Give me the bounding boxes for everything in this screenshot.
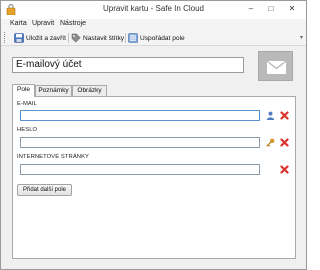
arrange-fields-label: Uspořádat pole (140, 34, 185, 42)
set-tags-label: Nastavit štítky (83, 34, 125, 42)
maximize-button[interactable]: □ (263, 2, 279, 16)
title-bar[interactable]: Upravit kartu - Safe In Cloud – □ ✕ (1, 1, 306, 19)
user-icon[interactable] (266, 111, 275, 120)
menu-edit[interactable]: Upravit (32, 20, 54, 27)
menu-bar: Karta Upravit Nástroje (1, 19, 306, 30)
tab-notes[interactable]: Poznámky (35, 85, 72, 96)
email-field[interactable] (20, 110, 260, 121)
add-field-button[interactable]: Přidat další pole (17, 184, 72, 196)
field-label-password: HESLO (17, 127, 38, 133)
tag-icon (71, 33, 81, 43)
menu-card[interactable]: Karta (10, 20, 27, 27)
delete-field-icon[interactable] (280, 111, 289, 120)
card-image[interactable] (258, 51, 293, 81)
website-field[interactable] (20, 164, 260, 175)
toolbar-grip[interactable] (4, 32, 6, 43)
delete-field-icon[interactable] (280, 165, 289, 174)
toolbar: Uložit a zavřít Nastavit štítky Uspořáda… (1, 30, 306, 46)
menu-tools[interactable]: Nástroje (60, 20, 86, 27)
arrange-fields-button[interactable]: Uspořádat pole (128, 32, 185, 44)
tab-images[interactable]: Obrázky (72, 85, 107, 96)
arrange-fields-icon (128, 33, 138, 43)
close-button[interactable]: ✕ (284, 2, 300, 16)
field-label-website: INTERNETOVÉ STRÁNKY (17, 154, 90, 160)
card-title-input[interactable]: E-mailový účet (12, 57, 244, 73)
toolbar-overflow-icon[interactable]: ▾ (300, 34, 303, 41)
minimize-button[interactable]: – (243, 2, 259, 16)
tab-fields[interactable]: Pole (12, 84, 35, 97)
toolbar-separator (125, 33, 126, 43)
window-title: Upravit kartu - Safe In Cloud (103, 4, 204, 13)
field-label-email: E-MAIL (17, 101, 37, 107)
save-and-close-label: Uložit a zavřít (26, 34, 66, 42)
toolbar-separator (68, 33, 69, 43)
edit-card-window: Upravit kartu - Safe In Cloud – □ ✕ Kart… (0, 0, 307, 270)
set-tags-button[interactable]: Nastavit štítky (71, 32, 124, 44)
save-icon (14, 33, 24, 43)
password-field[interactable] (20, 137, 260, 148)
delete-field-icon[interactable] (280, 138, 289, 147)
envelope-icon (266, 60, 287, 74)
key-icon[interactable] (266, 138, 275, 147)
save-and-close-button[interactable]: Uložit a zavřít (14, 32, 66, 44)
